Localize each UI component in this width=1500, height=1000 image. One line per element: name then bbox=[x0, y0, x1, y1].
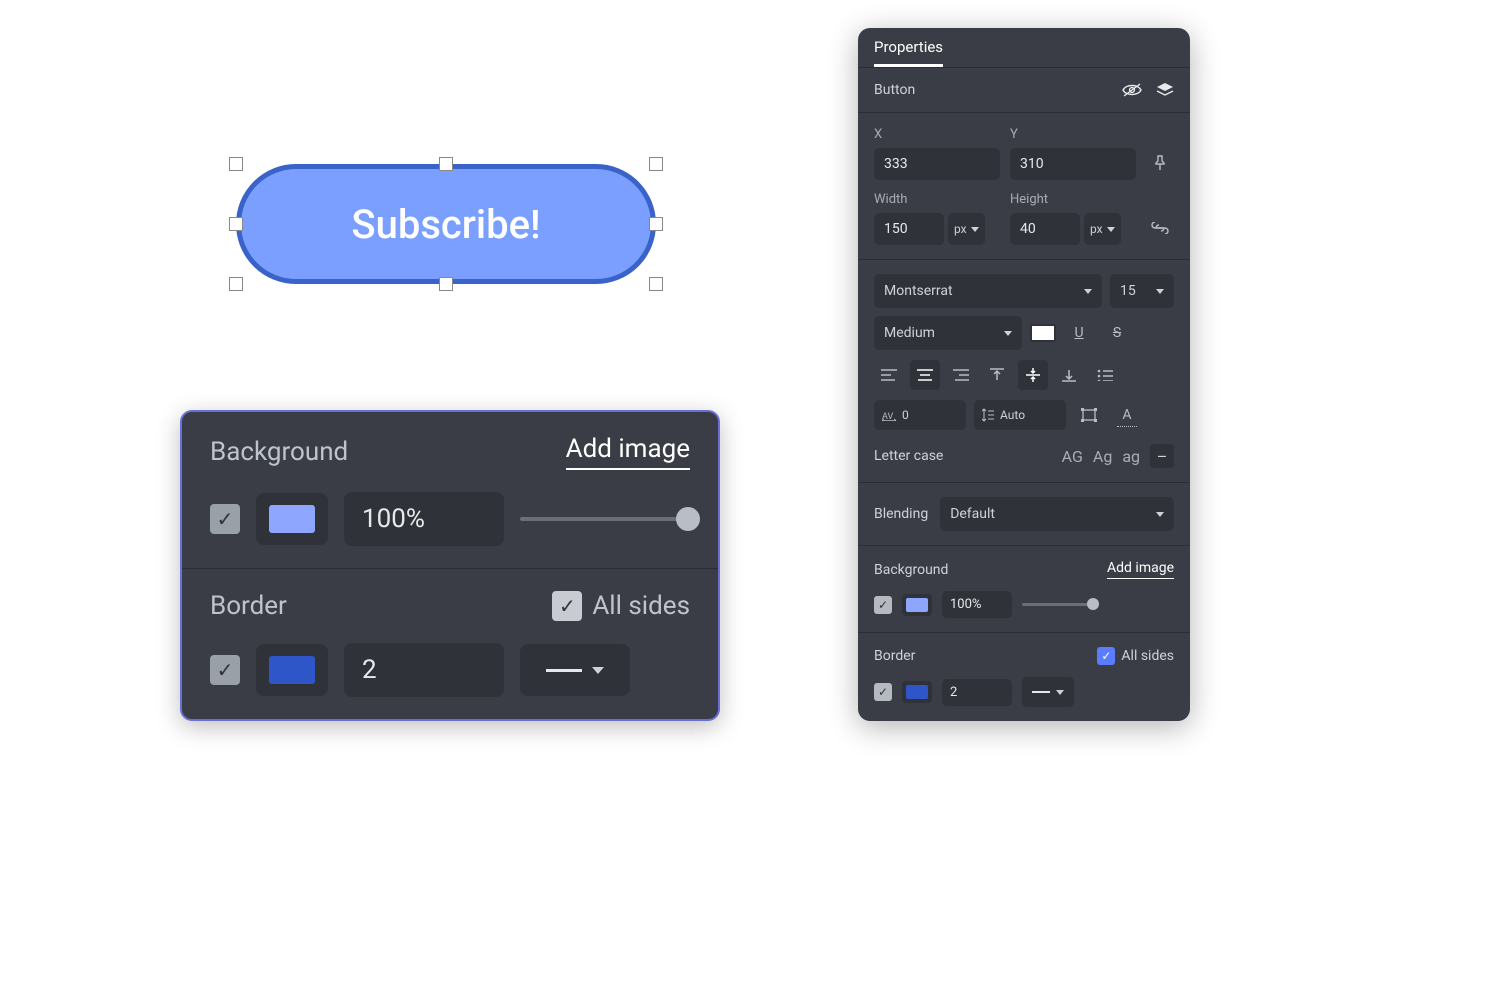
chevron-down-icon bbox=[1107, 227, 1115, 232]
y-label: Y bbox=[1010, 127, 1136, 142]
letter-spacing-icon: AV bbox=[882, 409, 896, 421]
border-all-sides-checkbox[interactable]: ✓ bbox=[1097, 647, 1115, 665]
detail-background-section: Background Add image ✓ 100% bbox=[182, 412, 718, 568]
border-width-input[interactable]: 2 bbox=[344, 643, 504, 697]
valign-top-button[interactable] bbox=[982, 360, 1012, 390]
chevron-down-icon bbox=[1156, 512, 1164, 517]
background-color-swatch[interactable] bbox=[902, 594, 932, 616]
resize-handle-bottom-right[interactable] bbox=[649, 277, 663, 291]
font-weight-select[interactable]: Medium bbox=[874, 316, 1022, 350]
blending-label: Blending bbox=[874, 506, 928, 522]
background-opacity-input[interactable]: 100% bbox=[344, 492, 504, 546]
add-image-link[interactable]: Add image bbox=[566, 434, 690, 470]
blending-section: Blending Default bbox=[858, 483, 1190, 546]
y-input[interactable]: 310 bbox=[1010, 148, 1136, 180]
border-style-select[interactable] bbox=[1022, 677, 1074, 707]
add-image-link[interactable]: Add image bbox=[1107, 560, 1174, 579]
background-enabled-checkbox[interactable]: ✓ bbox=[874, 596, 892, 614]
resize-handle-middle-left[interactable] bbox=[229, 217, 243, 231]
selected-element-bounding-box[interactable]: Subscribe! bbox=[236, 164, 656, 284]
chevron-down-icon bbox=[971, 227, 979, 232]
border-width-input[interactable]: 2 bbox=[942, 679, 1012, 706]
underline-button[interactable]: U bbox=[1064, 318, 1094, 348]
case-none-button[interactable]: – bbox=[1150, 444, 1174, 468]
width-unit-select[interactable]: px bbox=[948, 213, 985, 245]
layers-icon[interactable] bbox=[1156, 82, 1174, 98]
border-color-swatch[interactable] bbox=[256, 644, 328, 696]
align-left-button[interactable] bbox=[874, 360, 904, 390]
solid-line-icon bbox=[1032, 691, 1050, 693]
border-title: Border bbox=[210, 591, 287, 621]
strikethrough-button[interactable]: S bbox=[1102, 318, 1132, 348]
font-size-select[interactable]: 15 bbox=[1110, 274, 1174, 308]
border-enabled-checkbox[interactable]: ✓ bbox=[874, 683, 892, 701]
chevron-down-icon bbox=[1056, 690, 1064, 695]
font-family-select[interactable]: Montserrat bbox=[874, 274, 1102, 308]
case-lowercase-button[interactable]: ag bbox=[1122, 447, 1140, 466]
position-size-section: X 333 Y 310 Width 150 px Height bbox=[858, 113, 1190, 260]
valign-bottom-button[interactable] bbox=[1054, 360, 1084, 390]
resize-handle-top-right[interactable] bbox=[649, 157, 663, 171]
x-label: X bbox=[874, 127, 1000, 142]
resize-handle-middle-right[interactable] bbox=[649, 217, 663, 231]
pin-position-button[interactable] bbox=[1146, 146, 1174, 180]
background-opacity-slider[interactable] bbox=[520, 517, 690, 521]
visibility-icon[interactable] bbox=[1122, 82, 1142, 98]
width-input[interactable]: 150 bbox=[874, 213, 944, 245]
detail-border-section: Border ✓ All sides ✓ 2 bbox=[182, 568, 718, 719]
chevron-down-icon bbox=[1084, 289, 1092, 294]
resize-handle-top-left[interactable] bbox=[229, 157, 243, 171]
link-dimensions-button[interactable] bbox=[1146, 211, 1174, 245]
resize-handle-bottom-middle[interactable] bbox=[439, 277, 453, 291]
chevron-down-icon bbox=[592, 667, 604, 674]
background-title: Background bbox=[210, 437, 348, 467]
resize-handle-top-middle[interactable] bbox=[439, 157, 453, 171]
background-opacity-input[interactable]: 100% bbox=[942, 591, 1012, 618]
letter-case-label: Letter case bbox=[874, 448, 943, 464]
width-label: Width bbox=[874, 192, 1000, 207]
detail-panel: Background Add image ✓ 100% Border ✓ All… bbox=[180, 410, 720, 721]
resize-handle-bottom-left[interactable] bbox=[229, 277, 243, 291]
align-center-button[interactable] bbox=[910, 360, 940, 390]
border-enabled-checkbox[interactable]: ✓ bbox=[210, 655, 240, 685]
align-right-button[interactable] bbox=[946, 360, 976, 390]
text-color-swatch[interactable] bbox=[1030, 324, 1056, 342]
all-sides-label: All sides bbox=[1121, 648, 1174, 664]
properties-panel: Properties Button X 333 Y 310 bbox=[858, 28, 1190, 721]
letter-spacing-input[interactable]: AV 0 bbox=[874, 400, 966, 430]
background-enabled-checkbox[interactable]: ✓ bbox=[210, 504, 240, 534]
line-height-icon bbox=[982, 408, 994, 422]
background-title: Background bbox=[874, 562, 948, 578]
list-button[interactable] bbox=[1090, 360, 1120, 390]
border-section: Border ✓ All sides ✓ 2 bbox=[858, 633, 1190, 721]
background-section: Background Add image ✓ 100% bbox=[858, 546, 1190, 633]
x-input[interactable]: 333 bbox=[874, 148, 1000, 180]
background-opacity-slider[interactable] bbox=[1022, 603, 1094, 606]
typography-section: Montserrat 15 Medium U S bbox=[858, 260, 1190, 483]
border-color-swatch[interactable] bbox=[902, 681, 932, 703]
blending-select[interactable]: Default bbox=[940, 497, 1174, 531]
border-all-sides-checkbox[interactable]: ✓ bbox=[552, 591, 582, 621]
text-color-underline-button[interactable]: A bbox=[1112, 400, 1142, 430]
element-name: Button bbox=[874, 82, 915, 98]
height-label: Height bbox=[1010, 192, 1136, 207]
text-box-resize-button[interactable] bbox=[1074, 400, 1104, 430]
all-sides-label: All sides bbox=[592, 591, 690, 621]
case-uppercase-button[interactable]: AG bbox=[1062, 447, 1083, 466]
line-height-input[interactable]: Auto bbox=[974, 400, 1066, 430]
chevron-down-icon bbox=[1156, 289, 1164, 294]
height-input[interactable]: 40 bbox=[1010, 213, 1080, 245]
solid-line-icon bbox=[546, 669, 582, 672]
border-title: Border bbox=[874, 648, 915, 664]
tab-properties[interactable]: Properties bbox=[874, 38, 943, 67]
subscribe-button[interactable]: Subscribe! bbox=[236, 164, 656, 284]
chevron-down-icon bbox=[1004, 331, 1012, 336]
border-style-select[interactable] bbox=[520, 644, 630, 696]
valign-middle-button[interactable] bbox=[1018, 360, 1048, 390]
background-color-swatch[interactable] bbox=[256, 493, 328, 545]
case-titlecase-button[interactable]: Ag bbox=[1093, 447, 1112, 466]
height-unit-select[interactable]: px bbox=[1084, 213, 1121, 245]
